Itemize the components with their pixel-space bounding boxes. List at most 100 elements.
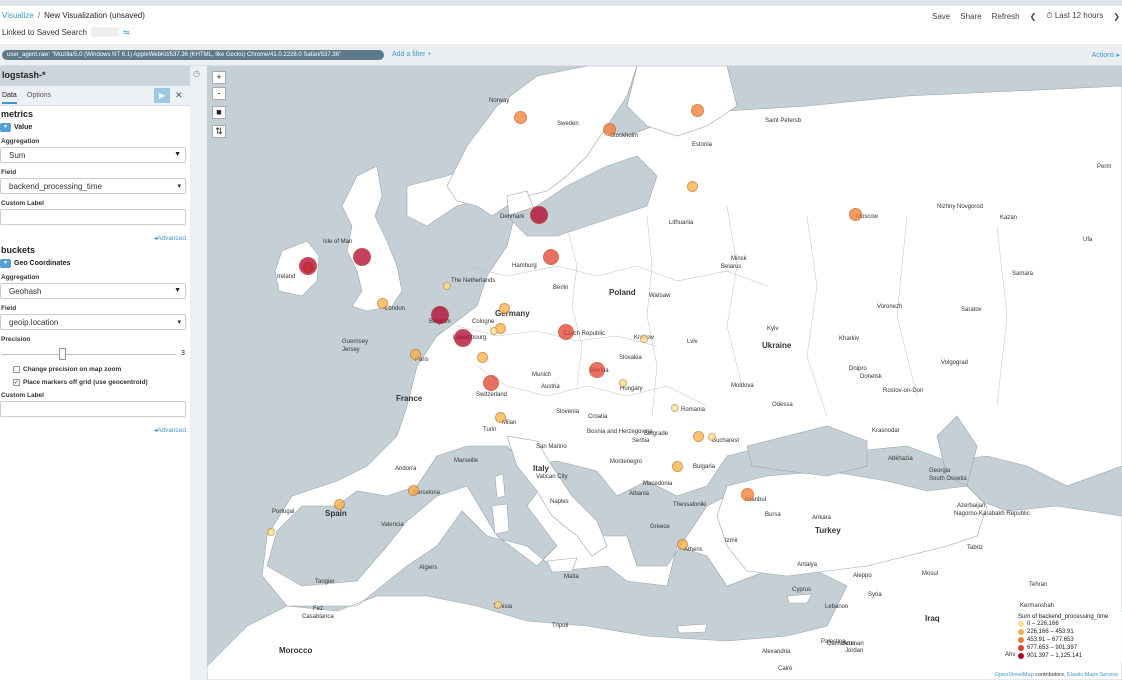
discard-changes-icon[interactable]: ✕	[175, 90, 183, 101]
filter-actions-link[interactable]: Actions ▸	[1092, 51, 1120, 59]
index-pattern-title: logstash-*	[0, 66, 190, 86]
geohash-marker[interactable]	[690, 103, 704, 117]
tab-options[interactable]: Options	[27, 92, 51, 99]
geohash-marker[interactable]	[498, 302, 510, 314]
geohash-marker[interactable]	[431, 306, 449, 324]
geohash-marker[interactable]	[619, 379, 627, 387]
elastic-maps-link[interactable]: Elastic Maps Service	[1067, 672, 1118, 678]
bucket-aggregation-select[interactable]: Geohash ▼	[0, 283, 186, 299]
map-label: Samara	[1012, 271, 1034, 277]
chevron-down-icon[interactable]: ▾	[0, 123, 11, 132]
geocentroid-checkbox-row[interactable]: ✓ Place markers off grid (use geocentroi…	[13, 379, 190, 386]
geohash-marker[interactable]	[409, 348, 421, 360]
map-label: Mosul	[922, 571, 939, 577]
map-label: San Marino	[536, 444, 567, 450]
bucket-custom-label-input[interactable]	[0, 401, 186, 417]
geohash-marker[interactable]	[708, 433, 716, 441]
breadcrumb-visualize-link[interactable]: Visualize	[2, 11, 34, 20]
geohash-marker[interactable]	[407, 484, 419, 496]
map-label: Sweden	[557, 121, 579, 127]
map-label: Cyprus	[792, 587, 812, 593]
map-label: South Ossetia	[929, 476, 967, 482]
geohash-marker[interactable]	[267, 528, 275, 536]
zoom-out-button[interactable]: -	[212, 87, 226, 100]
metric-custom-label-input[interactable]	[0, 209, 186, 225]
legend-item: 453.91 – 677.653	[1018, 636, 1119, 644]
geohash-marker[interactable]	[686, 180, 698, 192]
metric-aggregation-select[interactable]: Sum ▼	[0, 147, 186, 163]
breadcrumb: Visualize / New Visualization (unsaved)	[2, 11, 145, 20]
geohash-marker[interactable]	[640, 335, 648, 343]
geohash-marker[interactable]	[353, 248, 371, 266]
geohash-marker[interactable]	[443, 282, 451, 290]
map-label: Hamburg	[512, 263, 537, 269]
geohash-marker[interactable]	[543, 249, 559, 265]
bucket-field-select[interactable]: geoip.location ▾	[0, 314, 186, 330]
buckets-section-title: buckets	[1, 245, 36, 255]
geohash-marker[interactable]	[490, 327, 498, 335]
geohash-marker[interactable]	[333, 498, 345, 510]
unlink-icon[interactable]: ⇋	[123, 28, 130, 37]
save-button[interactable]: Save	[932, 12, 950, 21]
map-label: Moldova	[731, 383, 754, 389]
share-button[interactable]: Share	[960, 12, 981, 21]
metric-field-select[interactable]: backend_processing_time ▾	[0, 178, 186, 194]
geohash-marker[interactable]	[671, 404, 679, 412]
map-label: Nagorno-Karabakh Republic	[954, 511, 1030, 517]
draw-rectangle-icon[interactable]: ■	[212, 106, 226, 119]
geohash-marker[interactable]	[602, 122, 616, 136]
collapse-sidebar-icon[interactable]: ◷	[193, 69, 200, 78]
geohash-marker[interactable]	[740, 487, 754, 501]
tab-data[interactable]: Data	[2, 92, 17, 104]
map-label: Turin	[483, 427, 497, 433]
add-filter-button[interactable]: Add a filter +	[392, 51, 432, 58]
bucket-agg-header[interactable]: ▾ Geo Coordinates	[0, 259, 190, 268]
tile-map[interactable]: + - ■ ⇅ Norway Sweden Stockholm Saint Peter…	[207, 66, 1122, 680]
chevron-down-icon[interactable]: ▾	[0, 259, 11, 268]
precision-slider[interactable]: 3	[0, 345, 190, 363]
map-label: Lithuania	[669, 220, 694, 226]
geohash-marker[interactable]	[530, 206, 548, 224]
apply-changes-button[interactable]: ▶	[154, 88, 170, 103]
precision-slider-thumb[interactable]	[59, 348, 66, 360]
zoom-in-button[interactable]: +	[212, 71, 226, 84]
precision-value: 3	[181, 350, 185, 357]
geohash-marker[interactable]	[848, 207, 862, 221]
geohash-marker[interactable]	[454, 329, 472, 347]
fit-bounds-icon[interactable]: ⇅	[212, 125, 226, 138]
geohash-marker[interactable]	[676, 538, 688, 550]
metric-advanced-toggle[interactable]: ◂Advanced	[0, 234, 186, 242]
geohash-marker[interactable]	[692, 430, 704, 442]
map-label: Cairo	[778, 666, 793, 672]
time-picker-button[interactable]: ⏱ Last 12 hours	[1046, 11, 1103, 21]
geohash-marker[interactable]	[513, 110, 527, 124]
map-label: Naples	[550, 499, 569, 505]
time-forward-icon[interactable]: ❯	[1113, 12, 1120, 21]
geohash-marker[interactable]	[671, 460, 683, 472]
metric-agg-header[interactable]: ▾ Value	[0, 123, 190, 132]
geocentroid-checkbox[interactable]: ✓	[13, 379, 20, 386]
geohash-marker[interactable]	[299, 257, 317, 275]
map-label: Syria	[868, 592, 882, 598]
bucket-field-value: geoip.location	[9, 318, 59, 327]
geohash-marker[interactable]	[476, 351, 488, 363]
geohash-marker[interactable]	[558, 324, 574, 340]
custom-label-label: Custom Label	[1, 200, 44, 207]
geohash-marker[interactable]	[483, 375, 499, 391]
map-attribution: OpenStreetMap contributors, Elastic Maps…	[992, 672, 1120, 678]
geohash-marker[interactable]	[494, 411, 506, 423]
geohash-marker[interactable]	[494, 601, 502, 609]
osm-attribution-link[interactable]: OpenStreetMap	[995, 672, 1034, 678]
geohash-marker[interactable]	[376, 297, 388, 309]
change-precision-checkbox-row[interactable]: Change precision on map zoom	[13, 366, 190, 373]
legend-swatch	[1018, 637, 1024, 643]
map-label: Andorra	[395, 466, 417, 472]
bucket-field-label: Field	[1, 305, 17, 312]
filter-pill[interactable]: user_agent.raw: "Mozilla/5.0 (Windows NT…	[2, 50, 384, 60]
refresh-button[interactable]: Refresh	[992, 12, 1020, 21]
bucket-advanced-toggle[interactable]: ◂Advanced	[0, 426, 186, 434]
geohash-marker[interactable]	[589, 362, 605, 378]
change-precision-checkbox[interactable]	[13, 366, 20, 373]
time-back-icon[interactable]: ❮	[1030, 12, 1037, 21]
map-label: Spain	[325, 509, 347, 518]
